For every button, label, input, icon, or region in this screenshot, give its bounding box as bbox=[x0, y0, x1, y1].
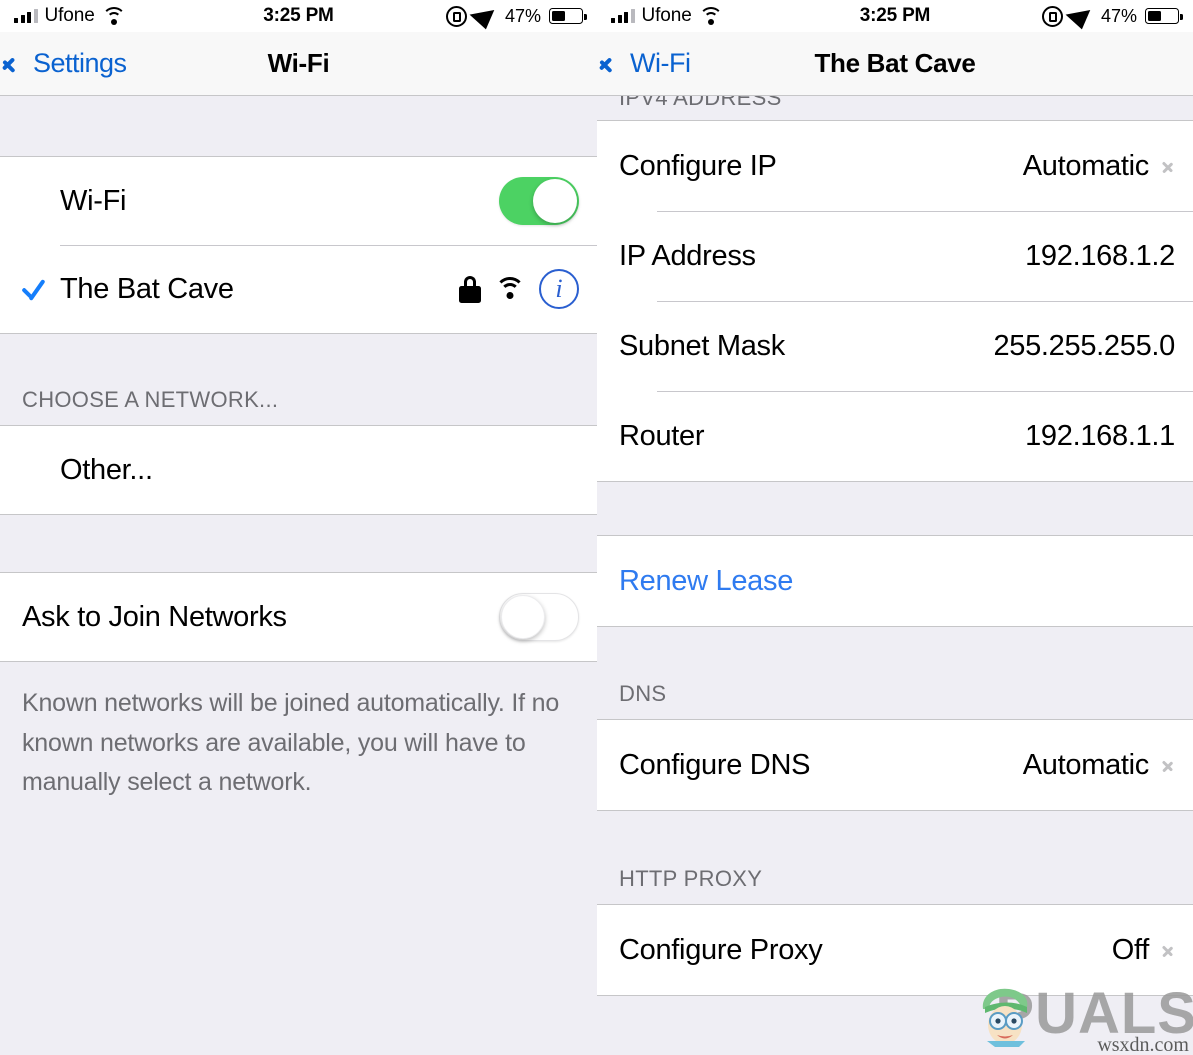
spacer-after-ipv4 bbox=[597, 482, 1193, 536]
choose-network-header: CHOOSE A NETWORK... bbox=[0, 334, 597, 426]
info-icon[interactable]: i bbox=[539, 269, 579, 309]
chevron-right-icon bbox=[1163, 755, 1175, 776]
row-subnet-mask: Subnet Mask 255.255.255.0 bbox=[597, 301, 1193, 391]
back-button-label: Settings bbox=[33, 48, 127, 78]
checkmark-icon bbox=[20, 276, 46, 302]
chevron-left-icon bbox=[609, 51, 624, 77]
row-ip-address: IP Address 192.168.1.2 bbox=[597, 211, 1193, 301]
subnet-mask-right: 255.255.255.0 bbox=[993, 330, 1175, 363]
chevron-right-icon bbox=[1163, 940, 1175, 961]
row-wifi-toggle[interactable]: Wi-Fi bbox=[0, 157, 597, 245]
row-network-the-bat-cave[interactable]: The Bat Cave i bbox=[0, 245, 597, 333]
ip-address-value: 192.168.1.2 bbox=[1025, 239, 1175, 272]
router-value: 192.168.1.1 bbox=[1025, 419, 1175, 452]
http-proxy-header: HTTP PROXY bbox=[597, 811, 1193, 905]
ip-address-right: 192.168.1.2 bbox=[1025, 240, 1175, 273]
toggle-knob bbox=[501, 594, 545, 639]
configure-proxy-right: Off bbox=[1112, 934, 1175, 967]
configure-proxy-label: Configure Proxy bbox=[619, 933, 823, 966]
back-button-label: Wi-Fi bbox=[630, 48, 691, 78]
configure-ip-right: Automatic bbox=[1023, 150, 1175, 183]
left-nav-bar: Settings Wi-Fi bbox=[0, 32, 597, 96]
other-network-group: Other... bbox=[0, 426, 597, 515]
configure-dns-value: Automatic bbox=[1022, 748, 1150, 781]
wifi-footnote: Known networks will be joined automatica… bbox=[0, 662, 597, 803]
subnet-mask-label: Subnet Mask bbox=[619, 329, 785, 362]
right-nav-bar: Wi-Fi The Bat Cave bbox=[597, 32, 1193, 96]
row-configure-proxy[interactable]: Configure Proxy Off bbox=[597, 905, 1193, 995]
rotation-lock-icon bbox=[1041, 5, 1063, 27]
router-label: Router bbox=[619, 419, 705, 452]
renew-lease-group: Renew Lease bbox=[597, 536, 1193, 627]
rotation-lock-icon bbox=[445, 5, 467, 27]
configure-proxy-value: Off bbox=[1111, 933, 1150, 966]
proxy-group: Configure Proxy Off bbox=[597, 905, 1193, 996]
wifi-row-label: Wi-Fi bbox=[60, 184, 127, 217]
row-configure-dns[interactable]: Configure DNS Automatic bbox=[597, 720, 1193, 810]
other-row-label: Other... bbox=[60, 453, 153, 486]
row-other-network[interactable]: Other... bbox=[0, 426, 597, 514]
ask-to-join-toggle-switch[interactable] bbox=[499, 593, 579, 641]
location-arrow-icon bbox=[1065, 2, 1099, 30]
toggle-knob bbox=[533, 179, 577, 223]
wifi-strength-icon bbox=[495, 277, 525, 301]
router-right: 192.168.1.1 bbox=[1025, 420, 1175, 453]
back-button-wifi[interactable]: Wi-Fi bbox=[597, 48, 691, 79]
watermark-site-text: wsxdn.com bbox=[1097, 1034, 1189, 1055]
network-name-label: The Bat Cave bbox=[60, 272, 234, 305]
ask-row-right bbox=[499, 593, 579, 641]
ipv4-group: Configure IP Automatic IP Address 192.16… bbox=[597, 121, 1193, 482]
row-ask-to-join[interactable]: Ask to Join Networks bbox=[0, 573, 597, 661]
ipv4-address-header: IPV4 ADDRESS bbox=[597, 96, 1193, 121]
chevron-right-icon bbox=[1163, 156, 1175, 177]
chevron-left-icon bbox=[12, 51, 27, 77]
battery-icon bbox=[1145, 8, 1183, 24]
ask-to-join-group: Ask to Join Networks bbox=[0, 572, 597, 662]
dns-group: Configure DNS Automatic bbox=[597, 720, 1193, 811]
configure-ip-label: Configure IP bbox=[619, 149, 777, 182]
battery-icon bbox=[549, 8, 587, 24]
wifi-toggle-group: Wi-Fi The Bat Cave i bbox=[0, 156, 597, 334]
subnet-mask-value: 255.255.255.0 bbox=[993, 329, 1175, 362]
battery-percent-label: 47% bbox=[1100, 5, 1137, 26]
lock-icon bbox=[459, 275, 481, 303]
network-row-icons: i bbox=[459, 269, 579, 309]
right-status-bar: Ufone 3:25 PM 47% bbox=[597, 0, 1193, 32]
dns-header: DNS bbox=[597, 627, 1193, 720]
status-bar-right: 47% bbox=[445, 2, 587, 30]
configure-ip-value: Automatic bbox=[1022, 149, 1150, 182]
battery-percent-label: 47% bbox=[504, 5, 541, 26]
ask-row-label: Ask to Join Networks bbox=[22, 600, 287, 633]
configure-dns-label: Configure DNS bbox=[619, 748, 811, 781]
ip-address-label: IP Address bbox=[619, 239, 756, 272]
right-phone-screen: Ufone 3:25 PM 47% Wi-Fi The Bat Cave IPV… bbox=[597, 0, 1193, 1055]
left-phone-screen: Ufone 3:25 PM 47% Settings Wi-Fi Wi-Fi T… bbox=[0, 0, 597, 1055]
spacer-middle bbox=[0, 515, 597, 572]
renew-lease-label: Renew Lease bbox=[619, 564, 794, 597]
row-router: Router 192.168.1.1 bbox=[597, 391, 1193, 481]
wifi-row-right bbox=[499, 177, 579, 225]
row-configure-ip[interactable]: Configure IP Automatic bbox=[597, 121, 1193, 211]
ipv4-header-label: IPV4 ADDRESS bbox=[619, 96, 782, 110]
status-bar-right: 47% bbox=[1041, 2, 1183, 30]
configure-dns-right: Automatic bbox=[1023, 749, 1175, 782]
back-button-settings[interactable]: Settings bbox=[0, 48, 127, 79]
wifi-toggle-switch[interactable] bbox=[499, 177, 579, 225]
spacer-top bbox=[0, 96, 597, 156]
row-renew-lease[interactable]: Renew Lease bbox=[597, 536, 1193, 626]
left-status-bar: Ufone 3:25 PM 47% bbox=[0, 0, 597, 32]
dual-phone-screenshot: Ufone 3:25 PM 47% Settings Wi-Fi Wi-Fi T… bbox=[0, 0, 1193, 1055]
location-arrow-icon bbox=[469, 2, 503, 30]
